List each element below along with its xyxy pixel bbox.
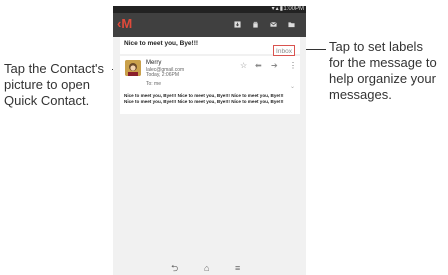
move-to-folder-icon[interactable] [288, 21, 295, 28]
callout-labels: Tap to set labels for the message to hel… [329, 39, 447, 103]
message-card[interactable]: Merry lalec@gmail.com Today, 2:06PM To: … [120, 56, 300, 114]
message-date: Today, 2:06PM [146, 72, 179, 78]
gmail-logo-icon[interactable]: ‹M [117, 17, 132, 31]
mark-unread-icon[interactable] [270, 21, 277, 28]
callout-line: Quick Contact. [4, 93, 90, 108]
callout-quick-contact: Tap the Contact's picture to open Quick … [4, 61, 124, 109]
callout-line: picture to open [4, 77, 91, 92]
inbox-label-chip[interactable]: Inbox [273, 45, 295, 56]
recents-icon[interactable]: ≡ [235, 263, 240, 273]
app-bar: ‹M [113, 13, 306, 37]
callout-line: Tap to set labels [329, 39, 423, 54]
callout-line: messages. [329, 87, 392, 102]
forward-icon[interactable]: ➔ [271, 62, 278, 70]
back-icon[interactable]: ⮌ [171, 263, 178, 273]
reply-icon[interactable]: ⬅ [255, 62, 262, 70]
message-body-line: Nice to meet you, Bye!!! Nice to meet yo… [124, 99, 284, 104]
callout-line: help organize your [329, 71, 436, 86]
star-icon[interactable]: ☆ [240, 62, 247, 70]
contact-photo-icon [125, 60, 141, 76]
contact-avatar[interactable] [125, 60, 141, 76]
navigation-bar: ⮌ ⌂ ≡ [113, 262, 306, 275]
status-icons: ▾▴▮ [271, 6, 284, 12]
sender-name: Merry [146, 60, 162, 66]
callout-line: for the message to [329, 55, 437, 70]
callout-line: Tap the Contact's [4, 61, 105, 76]
recipients[interactable]: To: me [146, 81, 161, 87]
status-bar: ▾▴▮ 1:00PM [113, 6, 306, 13]
home-icon[interactable]: ⌂ [204, 263, 209, 273]
overflow-menu-icon[interactable]: ⋮ [289, 62, 297, 70]
archive-icon[interactable] [234, 21, 241, 28]
conversation-subject: Nice to meet you, Bye!!! [124, 40, 199, 47]
status-time: 1:00PM [283, 6, 304, 12]
message-body: Nice to meet you, Bye!!! Nice to meet yo… [124, 93, 298, 105]
chevron-down-icon[interactable]: ⌄ [290, 83, 295, 90]
phone-screen: ▾▴▮ 1:00PM ‹M Nice to meet you, Bye!!! M… [113, 6, 306, 275]
delete-icon[interactable] [252, 21, 259, 28]
